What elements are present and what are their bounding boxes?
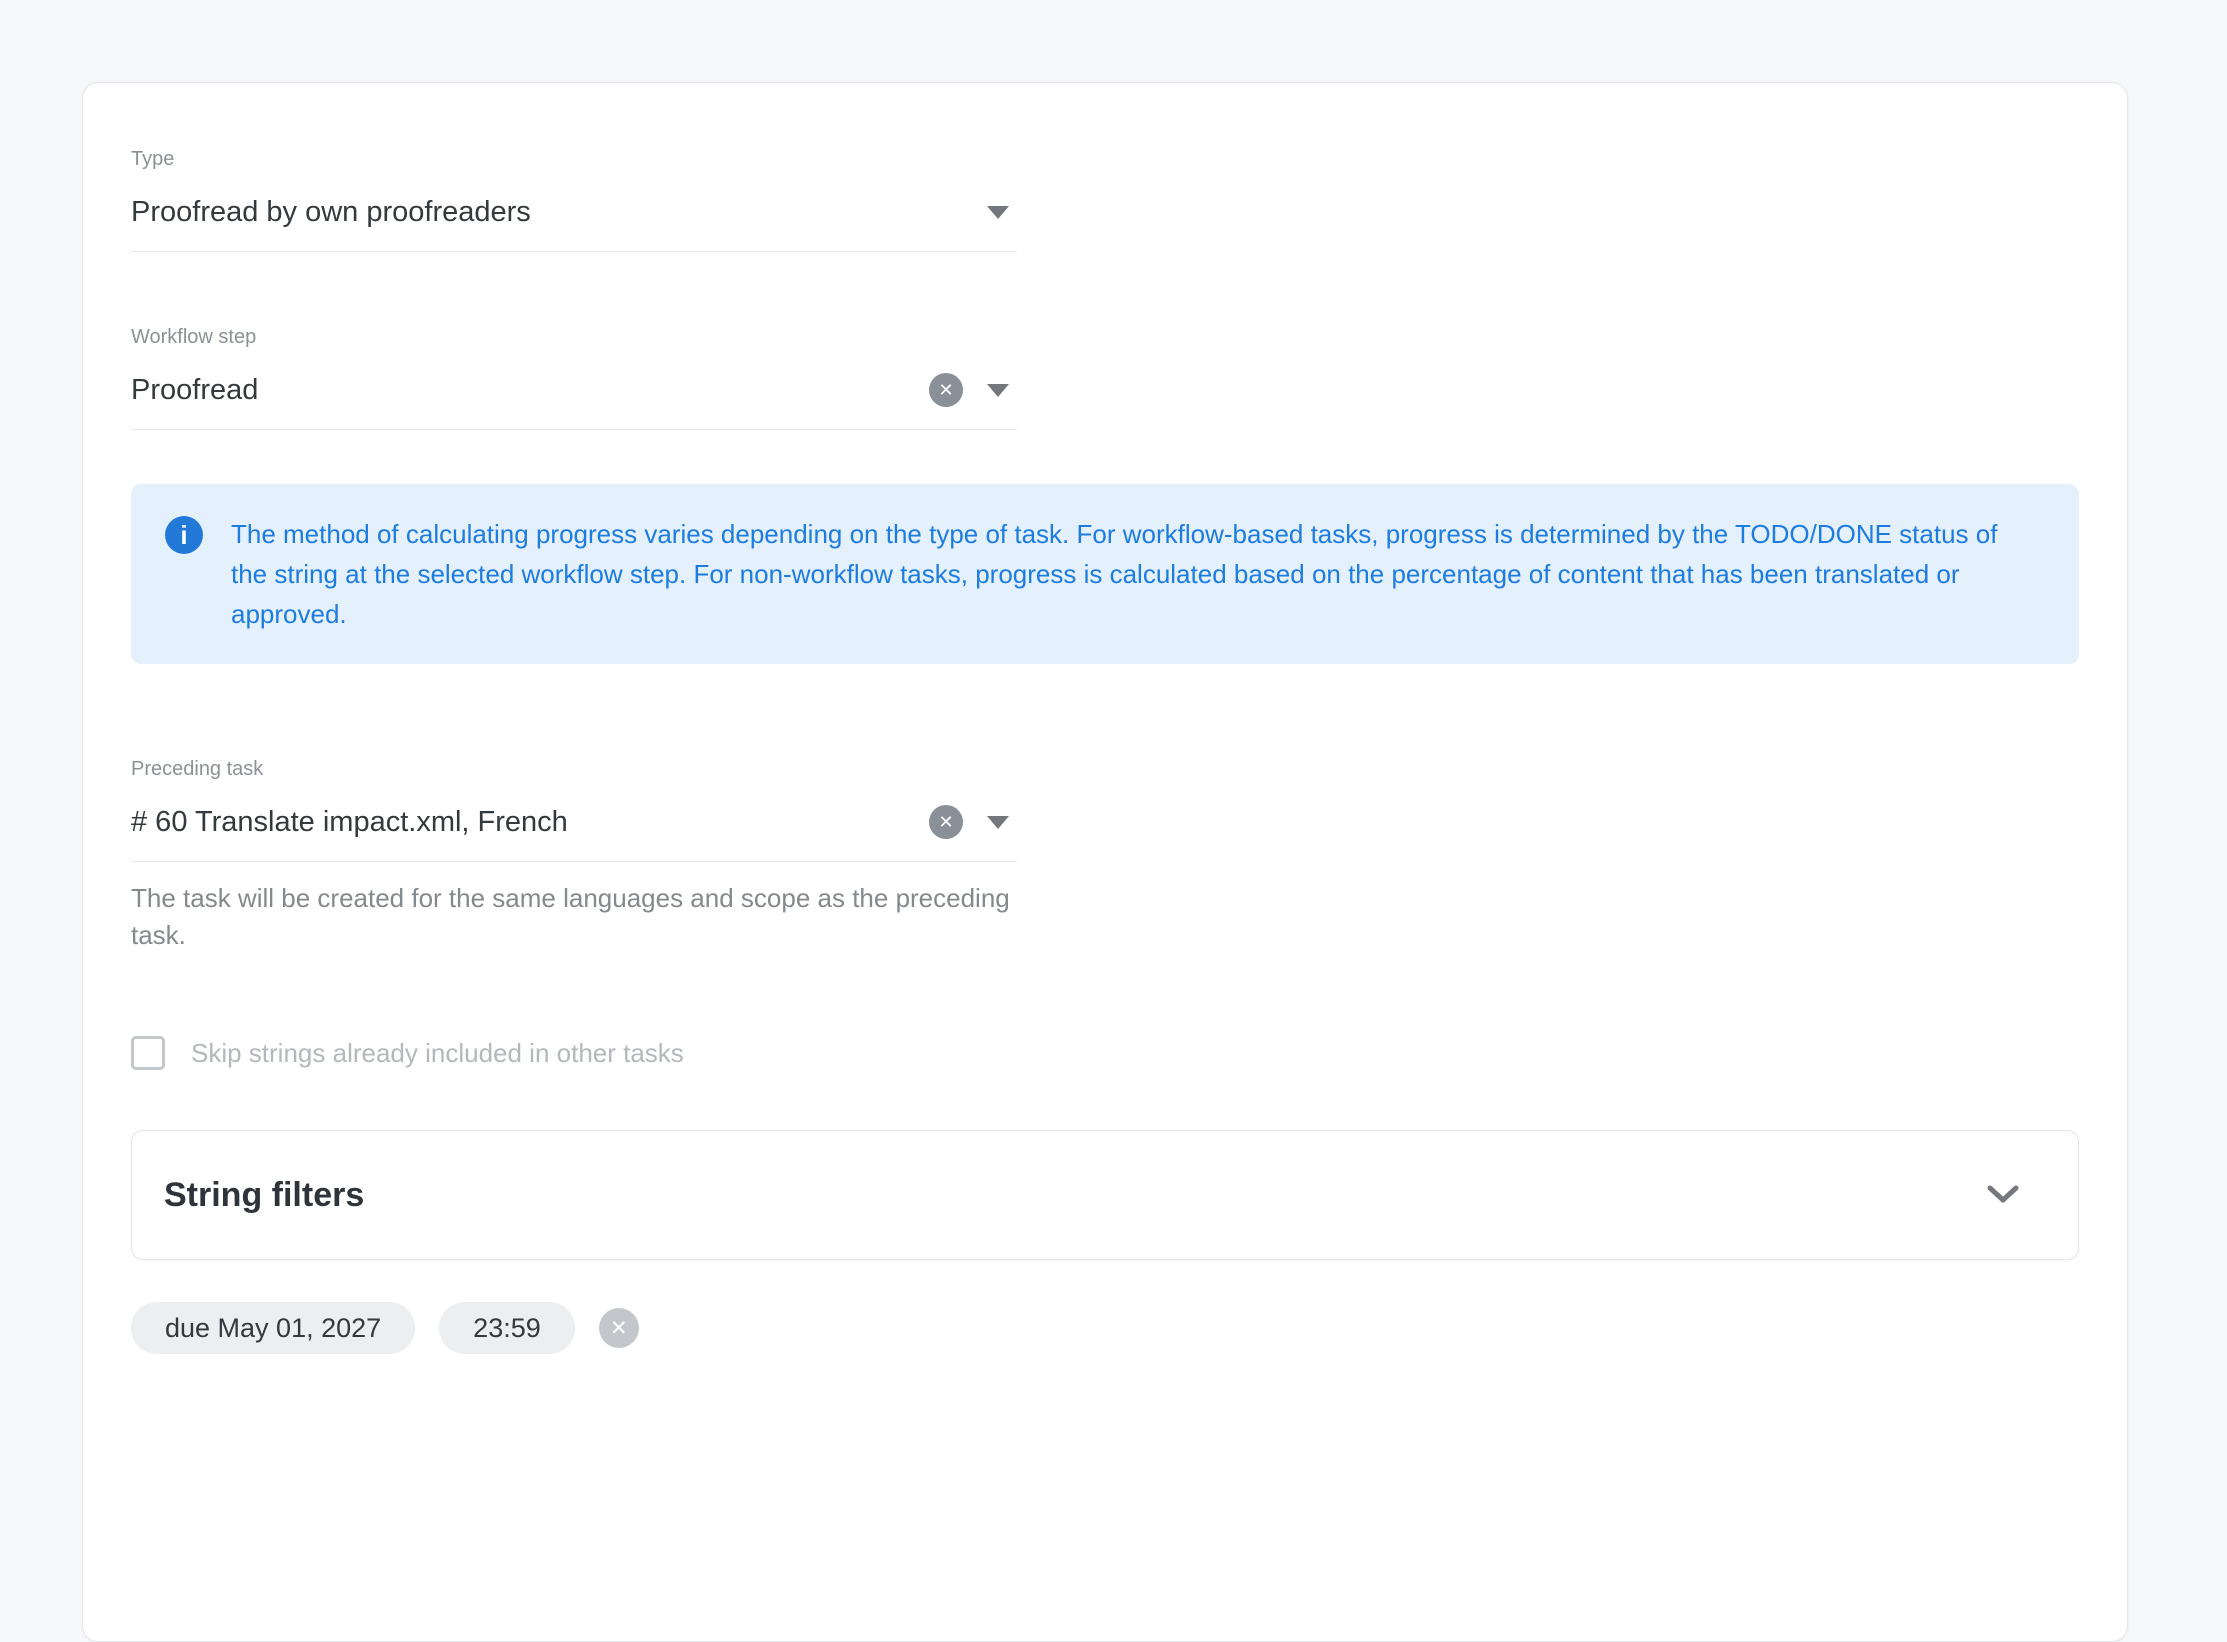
progress-info-text: The method of calculating progress varie…: [231, 514, 2039, 634]
task-form-card: Type Proofread by own proofreaders Workf…: [82, 82, 2128, 1642]
dropdown-arrow-icon[interactable]: [987, 206, 1009, 219]
due-date-chip[interactable]: due May 01, 2027: [131, 1302, 415, 1354]
preceding-task-field-label: Preceding task: [131, 757, 1017, 781]
type-field: Type Proofread by own proofreaders: [131, 147, 1017, 252]
type-select-value: Proofread by own proofreaders: [131, 193, 987, 231]
string-filters-section-header[interactable]: String filters: [131, 1130, 2079, 1260]
preceding-task-select-value: # 60 Translate impact.xml, French: [131, 803, 929, 841]
preceding-task-select[interactable]: # 60 Translate impact.xml, French ✕: [131, 803, 1017, 862]
dropdown-arrow-icon[interactable]: [987, 816, 1009, 829]
type-field-label: Type: [131, 147, 1017, 171]
due-date-chips-row: due May 01, 2027 23:59 ✕: [131, 1302, 2079, 1354]
workflow-step-field: Workflow step Proofread ✕: [131, 325, 1017, 430]
progress-info-note: i The method of calculating progress var…: [131, 484, 2079, 664]
workflow-step-select-value: Proofread: [131, 371, 929, 409]
clear-icon: ✕: [938, 380, 953, 401]
skip-strings-checkbox[interactable]: [131, 1036, 165, 1070]
skip-strings-checkbox-label: Skip strings already included in other t…: [191, 1038, 684, 1069]
workflow-step-clear-button[interactable]: ✕: [929, 373, 963, 407]
preceding-task-clear-button[interactable]: ✕: [929, 805, 963, 839]
remove-due-date-button[interactable]: ✕: [599, 1308, 639, 1348]
workflow-step-field-label: Workflow step: [131, 325, 1017, 349]
type-select[interactable]: Proofread by own proofreaders: [131, 193, 1017, 252]
remove-icon: ✕: [610, 1316, 628, 1341]
due-time-chip[interactable]: 23:59: [439, 1302, 575, 1354]
clear-icon: ✕: [938, 812, 953, 833]
workflow-step-select[interactable]: Proofread ✕: [131, 371, 1017, 430]
dropdown-arrow-icon[interactable]: [987, 384, 1009, 397]
skip-strings-checkbox-row[interactable]: Skip strings already included in other t…: [131, 1036, 2079, 1070]
chevron-down-icon[interactable]: [1986, 1184, 2020, 1206]
preceding-task-helper-text: The task will be created for the same la…: [131, 880, 1017, 954]
preceding-task-field: Preceding task # 60 Translate impact.xml…: [131, 757, 1017, 862]
string-filters-title: String filters: [164, 1176, 1986, 1215]
info-icon: i: [165, 516, 203, 554]
